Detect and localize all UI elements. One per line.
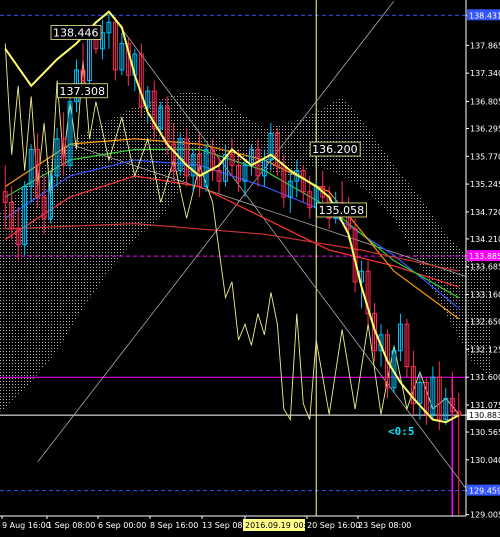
price-tag-label: 129.459 [469, 487, 500, 496]
y-tick-label: 136.295 [470, 124, 500, 133]
y-tick-label: 135.245 [470, 180, 500, 189]
y-tick-label: 136.805 [470, 97, 500, 106]
annotation-label: 136.200 [312, 143, 358, 156]
y-tick-label: 131.075 [470, 401, 500, 410]
y-tick-label: 135.770 [470, 152, 500, 161]
y-tick-label: 130.565 [470, 428, 500, 437]
x-tick-label: 8 Sep 16:00 [150, 521, 198, 530]
y-tick-label: 134.210 [470, 235, 500, 244]
x-cursor-tag-label: 2016.09.19 00:00 [245, 521, 316, 530]
x-tick-label: 9 Aug 16:00 [2, 521, 51, 530]
y-tick-label: 134.720 [470, 208, 500, 217]
y-tick-label: 132.125 [470, 345, 500, 354]
y-tick-label: 132.650 [470, 318, 500, 327]
x-tick-label: 20 Sep 16:00 [307, 521, 360, 530]
price-tag-label: 130.883 [469, 411, 500, 420]
y-tick-label: 133.160 [470, 291, 500, 300]
y-tick-label: 130.040 [470, 456, 500, 465]
bar-timer-label: <0:5 [388, 425, 415, 438]
annotation-label: 138.446 [53, 26, 99, 39]
price-tag-label: 133.885 [469, 252, 500, 261]
chart-svg: 138.446137.308136.200135.058133.452132.4… [0, 0, 500, 537]
x-tick-label: 23 Sep 08:00 [358, 521, 411, 530]
price-tag-label: 138.431 [469, 11, 500, 20]
y-tick-label: 133.685 [470, 263, 500, 272]
y-tick-label: 137.865 [470, 41, 500, 50]
annotation-label: 135.058 [319, 204, 365, 217]
x-tick-label: 6 Sep 00:00 [98, 521, 146, 530]
x-tick-label: 1 Sep 08:00 [47, 521, 95, 530]
y-tick-label: 131.600 [470, 373, 500, 382]
y-tick-label: 137.340 [470, 69, 500, 78]
annotation-label: 137.308 [59, 85, 105, 98]
y-tick-label: 129.005 [470, 511, 500, 520]
